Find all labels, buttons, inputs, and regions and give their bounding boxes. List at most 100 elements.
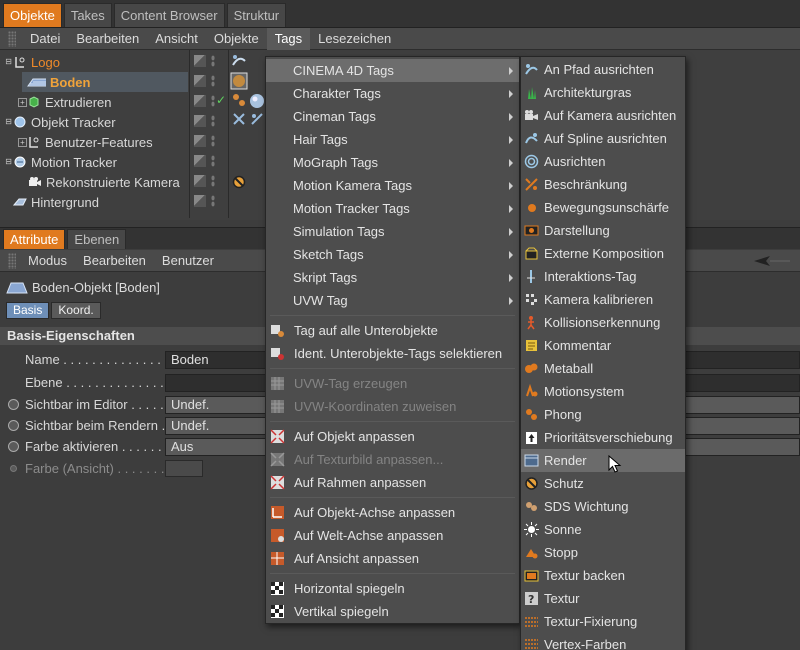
layer-flag-icon[interactable] — [194, 75, 206, 87]
menu-bearbeiten[interactable]: Bearbeiten — [68, 28, 147, 50]
object-row-extrudieren[interactable]: + Extrudieren — [18, 92, 202, 112]
object-row-motion-tracker[interactable]: ⊟ Motion Tracker — [4, 152, 188, 172]
menu-item-tag-auf-alle-unterobjekte[interactable]: Tag auf alle Unterobjekte — [266, 319, 519, 342]
menu-datei[interactable]: Datei — [22, 28, 68, 50]
subtab-koord[interactable]: Koord. — [51, 302, 101, 319]
tracker-tag-icon[interactable] — [250, 112, 264, 126]
menu-item-externe-komposition[interactable]: Externe Komposition — [521, 242, 685, 265]
menu-item-beschraenkung[interactable]: Beschränkung — [521, 173, 685, 196]
tracker-tag-icon[interactable] — [232, 112, 246, 126]
menu-ansicht[interactable]: Ansicht — [147, 28, 206, 50]
phong-tag-icon[interactable] — [232, 93, 246, 107]
back-arrow-icon[interactable] — [752, 254, 792, 268]
object-row-benutzer-features[interactable]: + Benutzer-Features — [18, 132, 202, 152]
layer-flag-icon[interactable] — [194, 95, 206, 107]
object-row-logo[interactable]: ⊟ Logo — [4, 52, 188, 72]
object-row-objekt-tracker[interactable]: ⊟ Objekt Tracker — [4, 112, 188, 132]
menu-item-motionsystem[interactable]: Motionsystem — [521, 380, 685, 403]
menu-item-ident-unterobjekte-tags[interactable]: Ident. Unterobjekte-Tags selektieren — [266, 342, 519, 365]
expand-icon[interactable]: + — [18, 97, 27, 107]
animation-radio-icon[interactable] — [8, 420, 19, 431]
menu-item-charakter-tags[interactable]: Charakter Tags — [266, 82, 519, 105]
expand-icon[interactable]: + — [18, 137, 27, 147]
tab-struktur[interactable]: Struktur — [226, 3, 287, 27]
visibility-dots-icon[interactable] — [211, 75, 215, 87]
menu-item-kamera-kalibrieren[interactable]: Kamera kalibrieren — [521, 288, 685, 311]
layer-flag-icon[interactable] — [194, 155, 206, 167]
menu-item-sketch-tags[interactable]: Sketch Tags — [266, 243, 519, 266]
menu-item-horizontal-spiegeln[interactable]: Horizontal spiegeln — [266, 577, 519, 600]
tab-ebenen[interactable]: Ebenen — [67, 229, 127, 249]
display-color-swatch[interactable] — [165, 460, 203, 477]
collapse-icon[interactable]: ⊟ — [4, 117, 13, 127]
menu-item-ausrichten[interactable]: Ausrichten — [521, 150, 685, 173]
menu-item-render[interactable]: Render — [521, 449, 685, 472]
menu-item-mograph-tags[interactable]: MoGraph Tags — [266, 151, 519, 174]
menu-item-auf-ansicht-anpassen[interactable]: Auf Ansicht anpassen — [266, 547, 519, 570]
visibility-dots-icon[interactable] — [211, 195, 215, 207]
visibility-dots-icon[interactable] — [211, 115, 215, 127]
tab-attribute[interactable]: Attribute — [3, 229, 66, 249]
menu-item-motion-kamera-tags[interactable]: Motion Kamera Tags — [266, 174, 519, 197]
protection-tag-icon[interactable] — [232, 175, 246, 189]
animation-radio-icon[interactable] — [10, 465, 17, 472]
menu-item-metaball[interactable]: Metaball — [521, 357, 685, 380]
layer-flag-icon[interactable] — [194, 55, 206, 67]
phong-tag-icon[interactable] — [230, 72, 248, 90]
material-tag-icon[interactable] — [248, 92, 266, 110]
tab-takes[interactable]: Takes — [63, 3, 112, 27]
subtab-basis[interactable]: Basis — [6, 302, 50, 319]
menu-item-cinema4d-tags[interactable]: CINEMA 4D Tags — [266, 59, 519, 82]
menu-tags[interactable]: Tags — [266, 27, 311, 50]
object-row-boden[interactable]: Boden — [22, 72, 188, 92]
menu-item-kommentar[interactable]: Kommentar — [521, 334, 685, 357]
grip-handle[interactable] — [8, 30, 16, 47]
menu-item-motion-tracker-tags[interactable]: Motion Tracker Tags — [266, 197, 519, 220]
visibility-dots-icon[interactable] — [211, 175, 215, 187]
menu-bearbeiten[interactable]: Bearbeiten — [75, 250, 154, 272]
visibility-dots-icon[interactable] — [211, 155, 215, 167]
menu-benutzer[interactable]: Benutzer — [154, 250, 222, 272]
visibility-dots-icon[interactable] — [211, 135, 215, 147]
menu-lesezeichen[interactable]: Lesezeichen — [310, 28, 399, 50]
collapse-icon[interactable]: ⊟ — [4, 57, 13, 67]
menu-item-skript-tags[interactable]: Skript Tags — [266, 266, 519, 289]
menu-item-architekturgras[interactable]: Architekturgras — [521, 81, 685, 104]
visibility-dots-icon[interactable] — [211, 95, 215, 107]
layer-flag-icon[interactable] — [194, 195, 206, 207]
menu-item-phong[interactable]: Phong — [521, 403, 685, 426]
animation-radio-icon[interactable] — [8, 399, 19, 410]
grip-handle[interactable] — [8, 252, 16, 269]
menu-item-interaktions-tag[interactable]: Interaktions-Tag — [521, 265, 685, 288]
menu-item-prioritaetsverschiebung[interactable]: Prioritätsverschiebung — [521, 426, 685, 449]
menu-item-kollisionserkennung[interactable]: Kollisionserkennung — [521, 311, 685, 334]
tab-objekte[interactable]: Objekte — [3, 3, 62, 27]
layer-flag-icon[interactable] — [194, 135, 206, 147]
menu-item-textur-fixierung[interactable]: Textur-Fixierung — [521, 610, 685, 633]
menu-item-auf-objekt-achse-anpassen[interactable]: Auf Objekt-Achse anpassen — [266, 501, 519, 524]
menu-item-vertikal-spiegeln[interactable]: Vertikal spiegeln — [266, 600, 519, 623]
menu-modus[interactable]: Modus — [20, 250, 75, 272]
object-row-rekonstruierte-kamera[interactable]: Rekonstruierte Kamera — [28, 172, 190, 192]
checkmark-icon[interactable]: ✓ — [216, 93, 226, 107]
menu-item-an-pfad-ausrichten[interactable]: An Pfad ausrichten — [521, 58, 685, 81]
menu-item-cineman-tags[interactable]: Cineman Tags — [266, 105, 519, 128]
menu-item-stopp[interactable]: Stopp — [521, 541, 685, 564]
menu-item-textur[interactable]: ? Textur — [521, 587, 685, 610]
menu-item-auf-rahmen-anpassen[interactable]: Auf Rahmen anpassen — [266, 471, 519, 494]
menu-item-sds-wichtung[interactable]: SDS Wichtung — [521, 495, 685, 518]
menu-item-uvw-tag[interactable]: UVW Tag — [266, 289, 519, 312]
menu-item-hair-tags[interactable]: Hair Tags — [266, 128, 519, 151]
visibility-dots-icon[interactable] — [211, 55, 215, 67]
layer-flag-icon[interactable] — [194, 175, 206, 187]
object-row-hintergrund[interactable]: Hintergrund — [4, 192, 188, 212]
animation-radio-icon[interactable] — [8, 441, 19, 452]
collapse-icon[interactable]: ⊟ — [4, 157, 13, 167]
menu-item-darstellung[interactable]: Darstellung — [521, 219, 685, 242]
tab-content-browser[interactable]: Content Browser — [113, 3, 225, 27]
menu-item-auf-objekt-anpassen[interactable]: Auf Objekt anpassen — [266, 425, 519, 448]
menu-item-auf-spline-ausrichten[interactable]: Auf Spline ausrichten — [521, 127, 685, 150]
menu-item-vertex-farben[interactable]: Vertex-Farben — [521, 633, 685, 650]
menu-item-textur-backen[interactable]: Textur backen — [521, 564, 685, 587]
menu-objekte[interactable]: Objekte — [206, 28, 267, 50]
